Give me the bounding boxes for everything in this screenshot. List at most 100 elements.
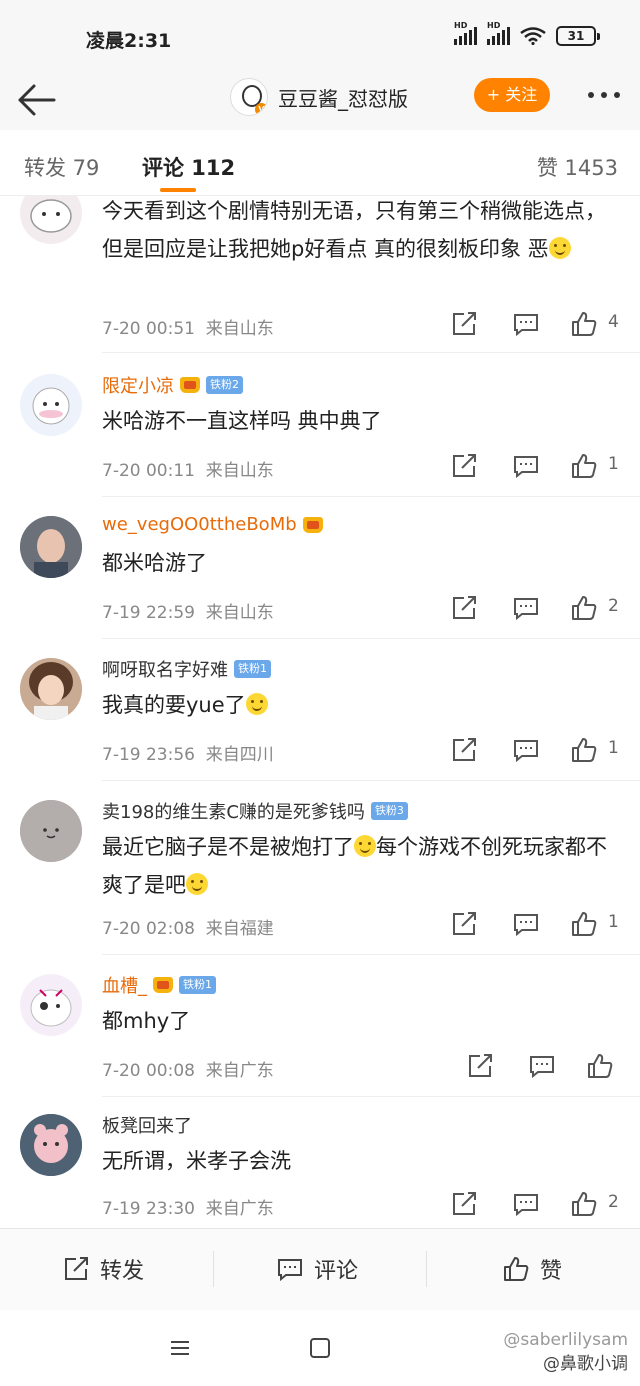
comment-icon	[278, 1259, 302, 1282]
user-avatar[interactable]	[20, 800, 82, 862]
share-icon[interactable]	[450, 594, 478, 622]
thumbs-up-icon[interactable]	[570, 310, 598, 338]
verified-badge-icon: V	[255, 103, 267, 115]
comment-time: 7-19 22:59	[102, 603, 195, 623]
more-dots-icon[interactable]	[588, 92, 620, 98]
status-bar: 凌晨2:31 HD HD 31	[0, 0, 640, 72]
author-name[interactable]: we_vegOO0ttheBoMb	[102, 514, 297, 535]
author-name[interactable]: 限定小凉	[102, 372, 174, 398]
comment-actions: 2	[440, 1190, 630, 1220]
like-count: 2	[608, 1192, 619, 1212]
share-icon[interactable]	[450, 736, 478, 764]
comment-icon[interactable]	[512, 910, 540, 938]
home-icon[interactable]	[310, 1338, 330, 1358]
divider	[102, 780, 640, 781]
smile-emoji-icon	[245, 693, 268, 715]
arrow-left-icon[interactable]	[14, 78, 58, 122]
user-avatar[interactable]	[20, 516, 82, 578]
comment-text: 都米哈游了	[102, 551, 207, 575]
share-icon	[65, 1257, 88, 1280]
fan-badge: 铁粉3	[370, 802, 408, 820]
menu-icon[interactable]	[170, 1340, 190, 1356]
follow-button[interactable]: + 关注	[474, 78, 550, 112]
user-avatar[interactable]	[20, 974, 82, 1036]
comment-author[interactable]: 限定小凉 铁粉2	[102, 372, 243, 398]
fan-badge: 铁粉1	[179, 976, 216, 994]
comment-author[interactable]: we_vegOO0ttheBoMb	[102, 514, 323, 535]
system-nav-bar: @saberlilysam @鼻歌小调	[0, 1310, 640, 1386]
comment-item: 限定小凉 铁粉2 米哈游不一直这样吗 典中典了 7-20 00:11 来自山东 …	[0, 356, 640, 497]
cellular-signal-icon: HD	[454, 21, 477, 45]
comment-text: 米哈游不一直这样吗 典中典了	[102, 409, 382, 433]
crown-badge-icon	[153, 977, 173, 993]
tab-like[interactable]: 赞 1453	[537, 152, 618, 182]
thumbs-up-icon[interactable]	[570, 736, 598, 764]
like-button[interactable]: 赞	[502, 1253, 562, 1285]
thumbs-up-icon[interactable]	[570, 594, 598, 622]
comment-item: 血槽_ 铁粉1 都mhy了 7-20 00:08 来自广东	[0, 956, 640, 1097]
comment-actions: 4	[440, 310, 630, 340]
account-name[interactable]: 豆豆酱_怼怼版	[278, 83, 408, 112]
comment-icon[interactable]	[512, 736, 540, 764]
user-avatar[interactable]	[20, 374, 82, 436]
laughing-emoji-icon	[354, 835, 376, 857]
author-name[interactable]: 血槽_	[102, 972, 147, 998]
thumbs-up-icon[interactable]	[586, 1052, 614, 1080]
comment-label: 评论	[314, 1259, 359, 1284]
comment-meta: 7-20 00:51 来自山东	[102, 314, 274, 339]
comment-meta: 7-20 00:11 来自山东	[102, 456, 274, 481]
comment-icon[interactable]	[528, 1052, 556, 1080]
wifi-icon	[520, 27, 546, 45]
thumbs-up-icon[interactable]	[570, 452, 598, 480]
comment-location: 来自山东	[205, 319, 274, 339]
divider	[102, 496, 640, 497]
fan-badge: 铁粉1	[234, 660, 271, 678]
like-label: 赞	[540, 1259, 563, 1284]
author-name[interactable]: 卖198的维生素C赚的是死爹钱吗	[102, 798, 365, 824]
divider	[213, 1251, 214, 1287]
thumbs-up-icon[interactable]	[570, 910, 598, 938]
user-avatar[interactable]	[20, 658, 82, 720]
tab-repost[interactable]: 转发 79	[24, 152, 99, 182]
comment-icon[interactable]	[512, 1190, 540, 1218]
user-avatar[interactable]	[20, 196, 82, 244]
comment-icon[interactable]	[512, 452, 540, 480]
thumbs-up-icon[interactable]	[570, 1190, 598, 1218]
author-name[interactable]: 板凳回来了	[102, 1112, 192, 1138]
comment-location: 来自山东	[205, 461, 274, 481]
crown-badge-icon	[180, 377, 200, 393]
comment-author[interactable]: 啊呀取名字好难 铁粉1	[102, 656, 271, 682]
bottom-action-bar: 转发 评论 赞	[0, 1228, 640, 1310]
tab-comment[interactable]: 评论 112	[142, 152, 235, 182]
share-icon[interactable]	[450, 1190, 478, 1218]
comment-location: 来自广东	[205, 1199, 274, 1219]
comment-location: 来自福建	[205, 919, 274, 939]
share-icon[interactable]	[450, 452, 478, 480]
comment-time: 7-20 02:08	[102, 919, 195, 939]
comment-button[interactable]: 评论	[276, 1253, 358, 1285]
share-icon[interactable]	[450, 910, 478, 938]
comment-author[interactable]: 血槽_ 铁粉1	[102, 972, 216, 998]
watermark-handle: @saberlilysam	[503, 1330, 628, 1350]
comment-item: 板凳回来了 无所谓，米孝子会洗 7-19 23:30 来自广东 2	[0, 1098, 640, 1226]
comment-author[interactable]: 板凳回来了	[102, 1112, 192, 1138]
share-icon[interactable]	[450, 310, 478, 338]
comment-time: 7-20 00:08	[102, 1061, 195, 1081]
watermark: @saberlilysam @鼻歌小调	[503, 1328, 628, 1376]
comment-author[interactable]: 卖198的维生素C赚的是死爹钱吗 铁粉3	[102, 798, 408, 824]
account-avatar[interactable]: V	[230, 78, 268, 116]
comment-actions: 1	[440, 452, 630, 482]
repost-button[interactable]: 转发	[62, 1253, 144, 1285]
share-icon[interactable]	[466, 1052, 494, 1080]
comment-text: 无所谓，米孝子会洗	[102, 1149, 291, 1173]
comment-location: 来自四川	[205, 745, 274, 765]
comment-icon[interactable]	[512, 310, 540, 338]
comment-meta: 7-20 00:08 来自广东	[102, 1056, 274, 1081]
laughing-emoji-icon	[186, 873, 208, 895]
author-name[interactable]: 啊呀取名字好难	[102, 656, 228, 682]
like-count: 1	[608, 912, 619, 932]
comment-time: 7-19 23:30	[102, 1199, 195, 1219]
comment-icon[interactable]	[512, 594, 540, 622]
user-avatar[interactable]	[20, 1114, 82, 1176]
account-header[interactable]: V 豆豆酱_怼怼版	[230, 78, 408, 116]
